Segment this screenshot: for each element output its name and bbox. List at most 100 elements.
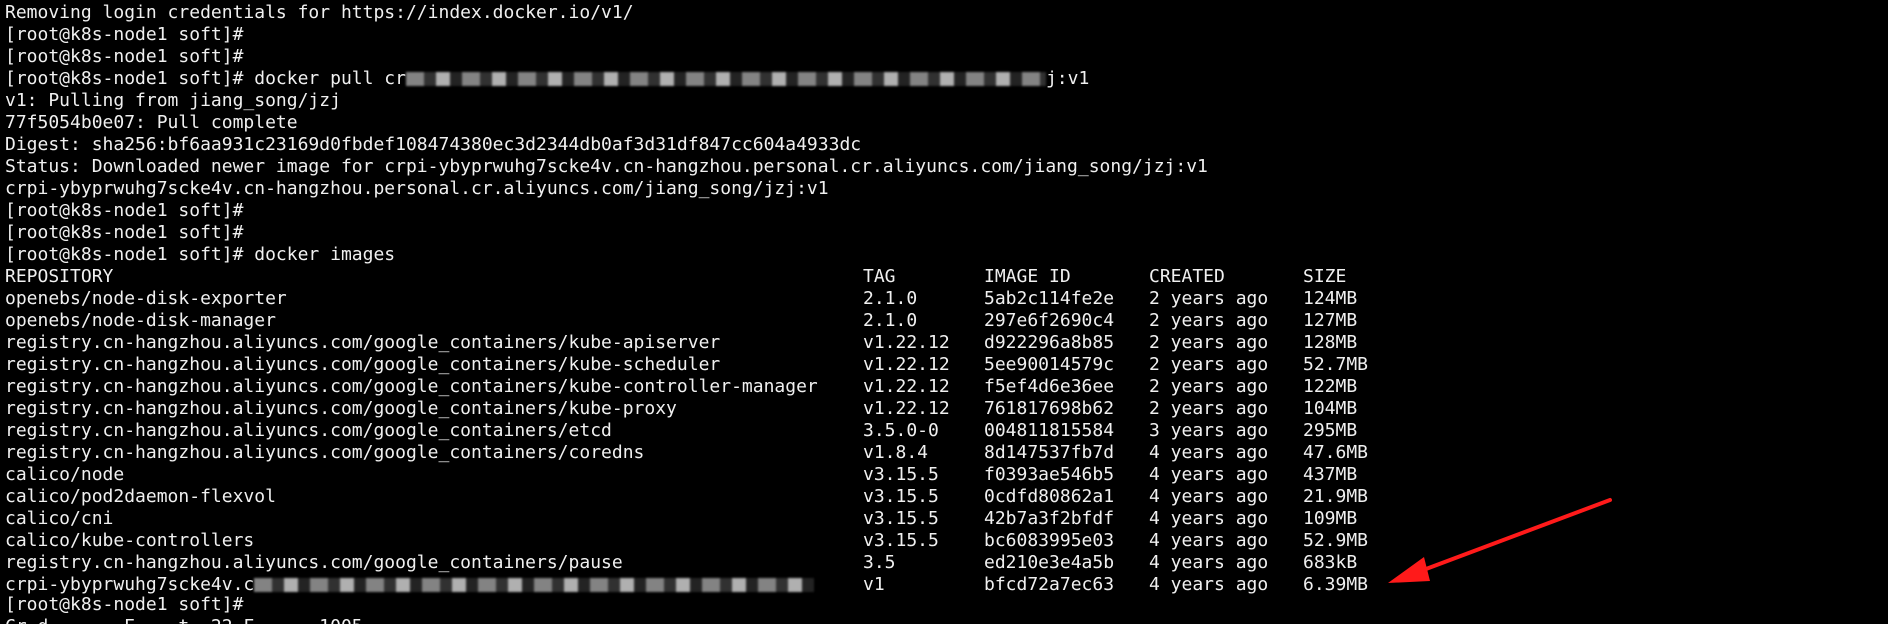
table-row-pulled-image: crpi-ybyprwuhg7scke4v.c v1 bfcd72a7ec63 …: [5, 574, 1393, 596]
cell-image-id: bc6083995e03: [984, 530, 1115, 551]
cell-image-id: bfcd72a7ec63: [984, 574, 1115, 595]
table-header: REPOSITORY TAG IMAGE ID CREATED SIZE: [5, 266, 1393, 288]
cell-size: 122MB: [1303, 376, 1358, 397]
cell-repository: openebs/node-disk-manager: [5, 310, 276, 331]
table-row: calico/cni v3.15.5 42b7a3f2bfdf 4 years ago…: [5, 508, 1393, 530]
pull-command-suffix: j:v1: [1045, 68, 1090, 89]
cell-created: 4 years ago: [1149, 486, 1269, 507]
cell-size: 104MB: [1303, 398, 1358, 419]
cell-created: 2 years ago: [1149, 376, 1269, 397]
table-row: calico/pod2daemon-flexvol v3.15.5 0cdfd808…: [5, 486, 1393, 508]
header-tag: TAG: [863, 266, 896, 287]
cell-repository: registry.cn-hangzhou.aliyuncs.com/google…: [5, 442, 645, 463]
header-image-id: IMAGE ID: [984, 266, 1071, 287]
header-size: SIZE: [1303, 266, 1347, 287]
cell-repository: calico/pod2daemon-flexvol: [5, 486, 276, 507]
cell-tag: v3.15.5: [863, 464, 939, 485]
cell-image-id: ed210e3e4a5b: [984, 552, 1115, 573]
cell-created: 4 years ago: [1149, 442, 1269, 463]
cell-image-id: 5ab2c114fe2e: [984, 288, 1115, 309]
cell-created: 2 years ago: [1149, 332, 1269, 353]
table-row: registry.cn-hangzhou.aliyuncs.com/google…: [5, 376, 1393, 398]
pull-command-prefix: [root@k8s-node1 soft]# docker pull cr: [5, 68, 406, 89]
header-created: CREATED: [1149, 266, 1225, 287]
cell-tag: v1.8.4: [863, 442, 929, 463]
cut-off-line: Cr d E t 22 F 1005: [5, 616, 363, 624]
cell-tag: v1.22.12: [863, 376, 950, 397]
log-line: Status: Downloaded newer image for crpi-…: [5, 156, 1208, 177]
cell-image-id: d922296a8b85: [984, 332, 1115, 353]
cell-image-id: 5ee90014579c: [984, 354, 1115, 375]
cell-repository: registry.cn-hangzhou.aliyuncs.com/google…: [5, 376, 818, 397]
table-row: registry.cn-hangzhou.aliyuncs.com/google…: [5, 398, 1393, 420]
cell-image-id: 004811815584: [984, 420, 1115, 441]
cell-repository: calico/kube-controllers: [5, 530, 255, 551]
cell-repository: registry.cn-hangzhou.aliyuncs.com/google…: [5, 354, 721, 375]
log-line: [root@k8s-node1 soft]# docker images: [5, 244, 396, 265]
cell-image-id: 297e6f2690c4: [984, 310, 1115, 331]
cell-repository: calico/node: [5, 464, 125, 485]
cell-tag: 2.1.0: [863, 288, 918, 309]
cell-created: 2 years ago: [1149, 310, 1269, 331]
log-line: [root@k8s-node1 soft]#: [5, 24, 244, 45]
cell-tag: 3.5: [863, 552, 896, 573]
log-line: Digest: sha256:bf6aa931c23169d0fbdef1084…: [5, 134, 862, 155]
table-row: calico/node v3.15.5 f0393ae546b5 4 years ag…: [5, 464, 1393, 486]
table-row: registry.cn-hangzhou.aliyuncs.com/google…: [5, 332, 1393, 354]
cell-repository: registry.cn-hangzhou.aliyuncs.com/google…: [5, 398, 677, 419]
table-row: openebs/node-disk-exporter 2.1.0 5ab2c114f…: [5, 288, 1393, 310]
repo-prefix: crpi-ybyprwuhg7scke4v.c: [5, 574, 255, 595]
table-row: registry.cn-hangzhou.aliyuncs.com/google…: [5, 442, 1393, 464]
log-line: [root@k8s-node1 soft]#: [5, 222, 244, 243]
cell-repository: calico/cni: [5, 508, 114, 529]
cell-created: 2 years ago: [1149, 354, 1269, 375]
cell-tag: v1.22.12: [863, 332, 950, 353]
log-line: 77f5054b0e07: Pull complete: [5, 112, 298, 133]
cell-created: 3 years ago: [1149, 420, 1269, 441]
pull-command-line: [root@k8s-node1 soft]# docker pull cr j:v…: [5, 68, 1208, 90]
cell-created: 4 years ago: [1149, 508, 1269, 529]
cell-repository: openebs/node-disk-exporter: [5, 288, 287, 309]
log-line: Removing login credentials for https://i…: [5, 2, 634, 23]
cell-repository: registry.cn-hangzhou.aliyuncs.com/google…: [5, 332, 721, 353]
table-row: openebs/node-disk-manager 2.1.0 297e6f2690…: [5, 310, 1393, 332]
table-row: calico/kube-controllers v3.15.5 bc6083995e…: [5, 530, 1393, 552]
cell-repository: registry.cn-hangzhou.aliyuncs.com/google…: [5, 552, 623, 573]
cell-size: 127MB: [1303, 310, 1358, 331]
cell-image-id: 0cdfd80862a1: [984, 486, 1115, 507]
terminal-window[interactable]: Removing login credentials for https://i…: [0, 0, 1888, 624]
cell-tag: 2.1.0: [863, 310, 918, 331]
cell-size: 47.6MB: [1303, 442, 1369, 463]
cell-image-id: f0393ae546b5: [984, 464, 1115, 485]
cell-created: 4 years ago: [1149, 530, 1269, 551]
cell-tag: v3.15.5: [863, 508, 939, 529]
cell-tag: v1.22.12: [863, 354, 950, 375]
header-repository: REPOSITORY: [5, 266, 114, 287]
log-line: [root@k8s-node1 soft]#: [5, 200, 244, 221]
cell-tag: v1: [863, 574, 885, 595]
cell-repository: crpi-ybyprwuhg7scke4v.c: [5, 574, 863, 596]
cell-created: 2 years ago: [1149, 398, 1269, 419]
terminal-log: Removing login credentials for https://i…: [5, 2, 1208, 266]
cell-size: 128MB: [1303, 332, 1358, 353]
cell-size: 52.7MB: [1303, 354, 1369, 375]
docker-images-table: REPOSITORY TAG IMAGE ID CREATED SIZE ope…: [5, 266, 1393, 596]
log-line: [root@k8s-node1 soft]#: [5, 46, 244, 67]
cell-image-id: 8d147537fb7d: [984, 442, 1115, 463]
table-row: registry.cn-hangzhou.aliyuncs.com/google…: [5, 552, 1393, 574]
table-row: registry.cn-hangzhou.aliyuncs.com/google…: [5, 420, 1393, 442]
cell-image-id: 761817698b62: [984, 398, 1115, 419]
log-line: crpi-ybyprwuhg7scke4v.cn-hangzhou.person…: [5, 178, 829, 199]
redacted-region: [254, 578, 815, 592]
cell-repository: registry.cn-hangzhou.aliyuncs.com/google…: [5, 420, 612, 441]
cell-size: 437MB: [1303, 464, 1358, 485]
cell-size: 295MB: [1303, 420, 1358, 441]
cell-image-id: f5ef4d6e36ee: [984, 376, 1115, 397]
cell-size: 124MB: [1303, 288, 1358, 309]
cell-created: 4 years ago: [1149, 574, 1269, 595]
final-prompt[interactable]: [root@k8s-node1 soft]#: [5, 594, 243, 616]
cell-tag: v3.15.5: [863, 486, 939, 507]
redacted-region: [405, 72, 1046, 86]
final-prompt-block: [root@k8s-node1 soft]#: [5, 594, 243, 616]
cell-created: 4 years ago: [1149, 552, 1269, 573]
